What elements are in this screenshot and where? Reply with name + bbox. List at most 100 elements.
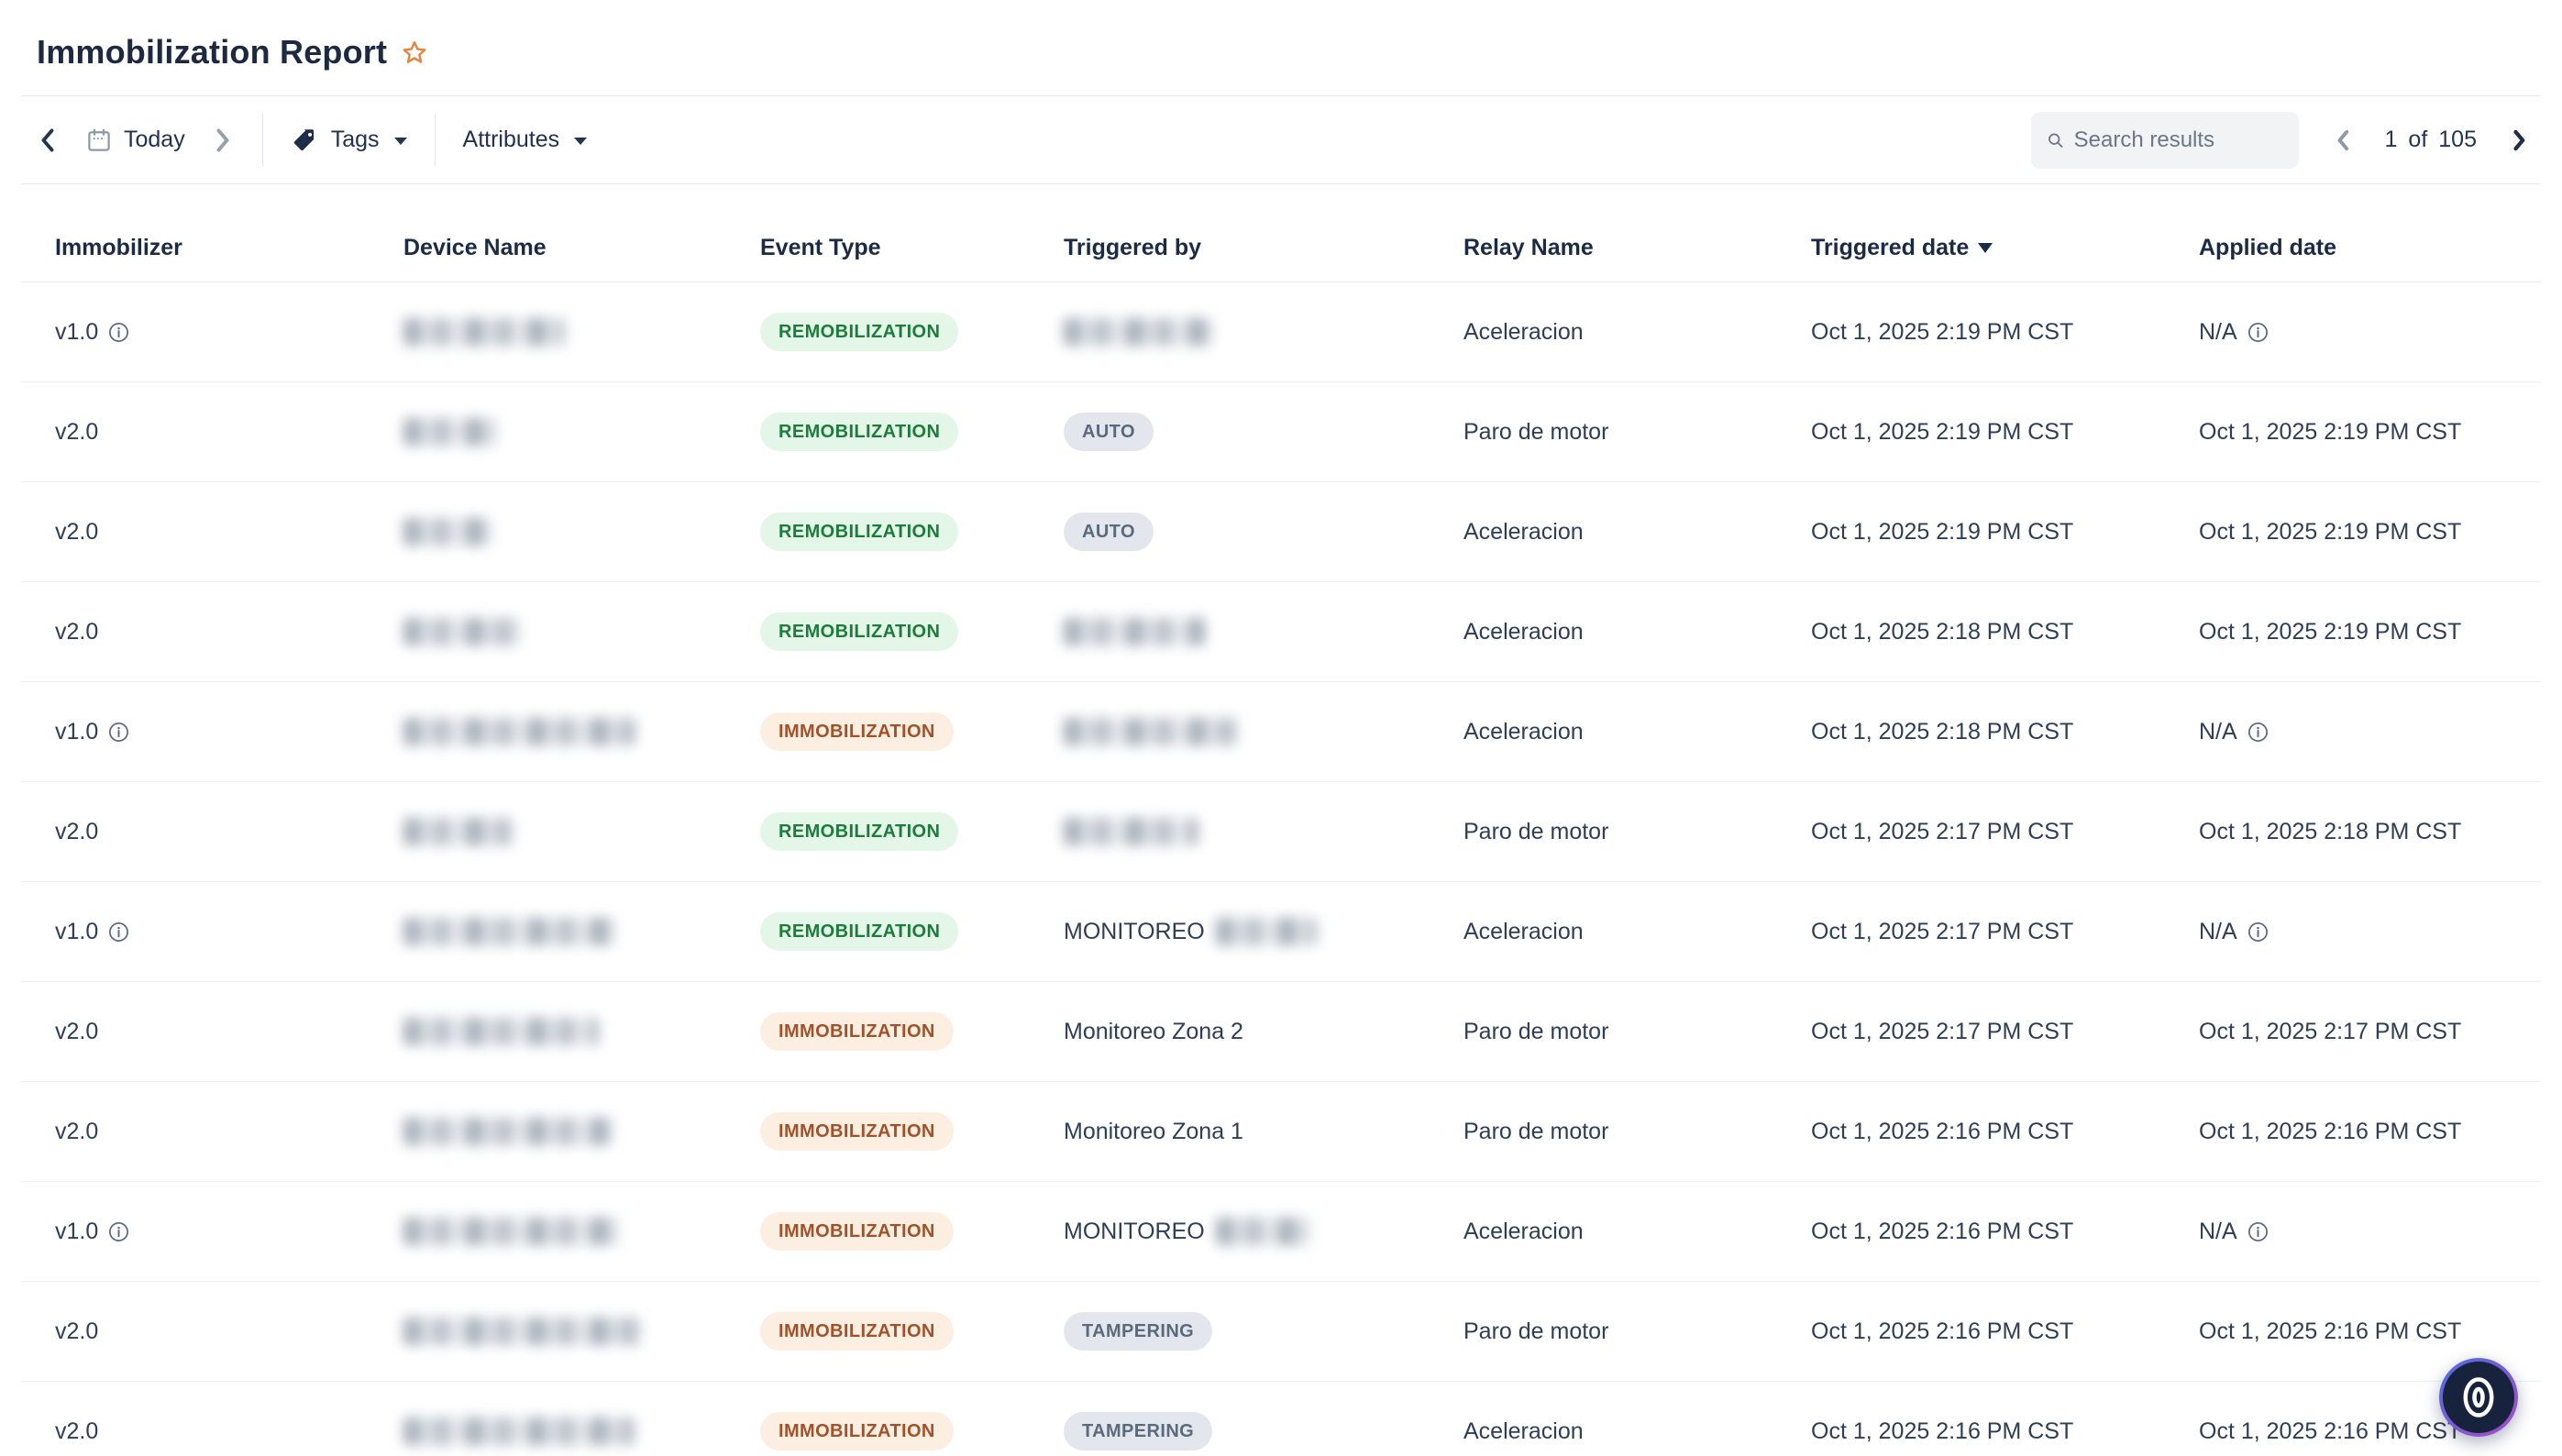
chevron-left-icon xyxy=(41,128,54,151)
event-type-cell: REMOBILIZATION xyxy=(760,413,1064,451)
redacted-text xyxy=(403,618,521,645)
search-input[interactable] xyxy=(2073,127,2284,153)
table-row[interactable]: v2.0 REMOBILIZATION Paro de motor Oct 1, 20… xyxy=(21,782,2541,882)
redacted-text xyxy=(403,918,614,945)
event-type-badge: REMOBILIZATION xyxy=(760,912,959,951)
info-icon[interactable] xyxy=(2247,722,2269,743)
date-next-button[interactable] xyxy=(211,127,235,154)
relay-name-cell: Aceleracion xyxy=(1463,618,1584,645)
info-icon[interactable] xyxy=(108,921,129,943)
column-header-device-name[interactable]: Device Name xyxy=(403,235,760,281)
info-icon[interactable] xyxy=(2247,1221,2269,1242)
relay-name-cell: Aceleracion xyxy=(1463,518,1584,545)
event-type-badge: REMOBILIZATION xyxy=(760,612,959,651)
assistant-widget-icon xyxy=(2443,1362,2514,1433)
table-row[interactable]: v1.0 IMMOBILIZATION MONITOREO Aceleracion Oc… xyxy=(21,1182,2541,1282)
triggered-by-badge: TAMPERING xyxy=(1064,1412,1213,1450)
assistant-widget-button[interactable] xyxy=(2439,1358,2518,1437)
redacted-text xyxy=(403,1417,635,1445)
event-type-cell: IMMOBILIZATION xyxy=(760,712,1064,751)
today-button[interactable]: Today xyxy=(85,127,185,154)
table-row[interactable]: v1.0 REMOBILIZATION Aceleracion Oct 1, 2025… xyxy=(21,282,2541,382)
column-header-label: Triggered date xyxy=(1811,235,1970,260)
triggered-date-cell: Oct 1, 2025 2:16 PM CST xyxy=(1811,1218,2074,1244)
triggered-date-cell: Oct 1, 2025 2:16 PM CST xyxy=(1811,1318,2074,1344)
caret-down-icon xyxy=(393,138,407,145)
table-row[interactable]: v2.0 IMMOBILIZATION TAMPERING Paro de motor… xyxy=(21,1282,2541,1382)
page-next-button[interactable] xyxy=(2508,127,2530,153)
redacted-text xyxy=(403,418,497,446)
redacted-text xyxy=(1064,618,1205,645)
table-row[interactable]: v2.0 IMMOBILIZATION Monitoreo Zona 1 Paro d… xyxy=(21,1082,2541,1182)
event-type-cell: IMMOBILIZATION xyxy=(760,1412,1064,1450)
column-header-relay-name[interactable]: Relay Name xyxy=(1463,235,1811,281)
event-type-cell: REMOBILIZATION xyxy=(760,313,1064,351)
report-table: Immobilizer Device Name Event Type Triggere… xyxy=(21,184,2541,1456)
device-name-cell xyxy=(403,718,760,745)
chevron-left-icon xyxy=(2337,129,2348,150)
info-icon[interactable] xyxy=(2247,322,2269,343)
relay-name-cell: Aceleracion xyxy=(1463,918,1584,944)
toolbar-divider xyxy=(434,113,436,167)
redacted-text xyxy=(1064,318,1212,346)
toolbar: Today Tags Attributes Search results 1 o… xyxy=(21,95,2541,184)
device-name-cell xyxy=(403,1218,760,1245)
triggered-by-cell: AUTO xyxy=(1064,413,1463,451)
toolbar-divider xyxy=(261,113,263,167)
redacted-text xyxy=(403,518,491,546)
column-header-triggered-by[interactable]: Triggered by xyxy=(1064,235,1463,281)
info-icon[interactable] xyxy=(108,722,129,743)
triggered-by-text: Monitoreo Zona 1 xyxy=(1064,1118,1243,1144)
relay-name-cell: Aceleracion xyxy=(1463,1417,1584,1444)
column-header-immobilizer[interactable]: Immobilizer xyxy=(55,235,403,281)
applied-date-value: Oct 1, 2025 2:16 PM CST xyxy=(2199,1118,2462,1144)
relay-name-cell: Aceleracion xyxy=(1463,718,1584,745)
applied-date-cell: Oct 1, 2025 2:18 PM CST xyxy=(2199,819,2541,845)
table-row[interactable]: v1.0 IMMOBILIZATION Aceleracion Oct 1, 2025… xyxy=(21,682,2541,782)
triggered-date-cell: Oct 1, 2025 2:18 PM CST xyxy=(1811,618,2074,645)
info-icon[interactable] xyxy=(108,322,129,343)
triggered-by-text: Monitoreo Zona 2 xyxy=(1064,1018,1243,1044)
triggered-date-cell: Oct 1, 2025 2:16 PM CST xyxy=(1811,1118,2074,1144)
info-icon[interactable] xyxy=(2247,921,2269,943)
table-row[interactable]: v2.0 REMOBILIZATION AUTO Paro de motor Oct 1… xyxy=(21,382,2541,482)
column-header-label: Device Name xyxy=(403,235,547,260)
applied-date-cell: Oct 1, 2025 2:16 PM CST xyxy=(2199,1119,2541,1145)
triggered-by-text: MONITOREO xyxy=(1064,1218,1205,1244)
page-title: Immobilization Report xyxy=(37,33,388,71)
applied-date-value: Oct 1, 2025 2:19 PM CST xyxy=(2199,418,2462,445)
redacted-text xyxy=(403,718,635,745)
immobilizer-cell: v2.0 xyxy=(55,819,403,845)
table-row[interactable]: v2.0 IMMOBILIZATION Monitoreo Zona 2 Paro d… xyxy=(21,982,2541,1082)
chevron-right-icon xyxy=(2513,129,2525,150)
tags-dropdown-button[interactable]: Tags xyxy=(291,126,407,155)
page-total: 105 xyxy=(2438,127,2477,152)
page-of-label: of xyxy=(2408,127,2428,152)
pagination: 1 of 105 xyxy=(2332,127,2530,153)
today-label: Today xyxy=(124,127,185,152)
applied-date-value: Oct 1, 2025 2:19 PM CST xyxy=(2199,518,2462,545)
immobilizer-version: v1.0 xyxy=(55,718,99,745)
search-box[interactable] xyxy=(2030,111,2299,169)
favorite-star-icon[interactable] xyxy=(400,39,429,68)
applied-date-cell: N/A xyxy=(2199,319,2541,346)
immobilizer-version: v1.0 xyxy=(55,318,99,345)
date-prev-button[interactable] xyxy=(36,127,60,154)
search-icon xyxy=(2048,133,2062,148)
event-type-cell: REMOBILIZATION xyxy=(760,513,1064,551)
immobilizer-cell: v2.0 xyxy=(55,1019,403,1045)
column-header-triggered-date[interactable]: Triggered date xyxy=(1811,235,2199,281)
event-type-badge: REMOBILIZATION xyxy=(760,313,959,351)
table-row[interactable]: v2.0 IMMOBILIZATION TAMPERING Aceleracion Oc… xyxy=(21,1382,2541,1456)
column-header-applied-date[interactable]: Applied date xyxy=(2199,235,2541,281)
immobilizer-version: v2.0 xyxy=(55,618,99,645)
attributes-dropdown-button[interactable]: Attributes xyxy=(463,127,588,153)
event-type-cell: REMOBILIZATION xyxy=(760,812,1064,851)
table-row[interactable]: v1.0 REMOBILIZATION MONITOREO Aceleracion Oc… xyxy=(21,882,2541,982)
column-header-event-type[interactable]: Event Type xyxy=(760,235,1064,281)
info-icon[interactable] xyxy=(108,1221,129,1242)
relay-name-cell: Paro de motor xyxy=(1463,1318,1609,1344)
page-prev-button[interactable] xyxy=(2332,127,2354,153)
table-row[interactable]: v2.0 REMOBILIZATION Aceleracion Oct 1, 2025… xyxy=(21,582,2541,682)
table-row[interactable]: v2.0 REMOBILIZATION AUTO Aceleracion Oct 1, … xyxy=(21,482,2541,582)
